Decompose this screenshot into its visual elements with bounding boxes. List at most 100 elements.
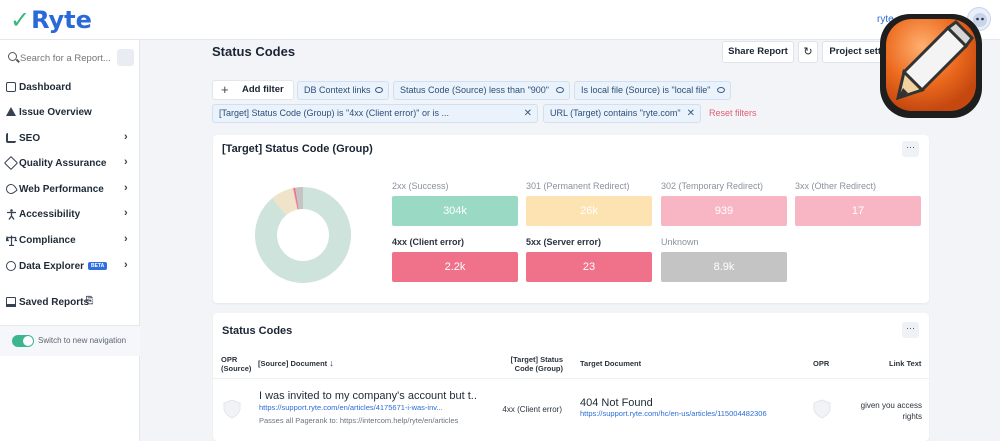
target-status-group-value: 4xx (Client error) (502, 405, 562, 414)
chevron-right-icon: › (124, 182, 128, 194)
sidebar-item-data-explorer[interactable]: Data Explorer BETA › (0, 256, 140, 278)
tile-label-302: 302 (Temporary Redirect) (661, 181, 764, 191)
filter-chip-label: DB Context links (304, 85, 371, 95)
shortcut-icon[interactable] (117, 49, 134, 66)
logo-text: Ryte (31, 6, 92, 34)
wrench-icon (3, 155, 19, 171)
opr-shield-icon (223, 399, 241, 419)
sidebar-item-accessibility[interactable]: Accessibility › (0, 204, 140, 226)
tile-label-2xx: 2xx (Success) (392, 181, 449, 191)
column-header-link-text[interactable]: Link Text (889, 359, 921, 368)
column-header-source-document[interactable]: [Source] Document ↓ (258, 358, 334, 369)
filter-chip-label: Is local file (Source) is "local file" (581, 85, 711, 95)
sidebar-item-label: Dashboard (19, 82, 72, 93)
status-group-donut-chart (255, 187, 351, 283)
filter-chip-target-status-group[interactable]: [Target] Status Code (Group) is "4xx (Cl… (212, 104, 538, 123)
report-search (6, 48, 134, 68)
filter-chip-db-context[interactable]: DB Context links (297, 81, 389, 100)
add-filter-label: Add filter (242, 84, 284, 95)
source-document-title[interactable]: I was invited to my company's account bu… (259, 390, 477, 402)
filter-chip-label: [Target] Status Code (Group) is "4xx (Cl… (219, 108, 449, 118)
scale-icon (5, 235, 18, 247)
eye-icon[interactable] (717, 87, 725, 93)
opr-shield-icon (813, 399, 831, 419)
saved-reports-link-icon[interactable]: ⎘ (86, 295, 93, 306)
sidebar-item-text: Data Explorer (19, 261, 85, 272)
tile-301[interactable]: 26k (526, 196, 652, 226)
eye-icon[interactable] (375, 87, 383, 93)
new-navigation-toggle[interactable] (12, 335, 34, 347)
column-header-target-status-group[interactable]: [Target] Status Code (Group) (497, 355, 563, 373)
column-header-opr-source[interactable]: OPR (Source) (221, 355, 251, 373)
eye-icon[interactable] (556, 87, 564, 93)
pencil-edit-badge-icon[interactable] (876, 10, 986, 122)
accessibility-icon (6, 209, 16, 220)
search-icon (8, 52, 17, 61)
beta-badge: BETA (88, 262, 108, 271)
close-icon[interactable]: ✕ (687, 105, 695, 122)
sidebar-item-dashboard[interactable]: Dashboard (0, 77, 140, 99)
sidebar-item-label: Saved Reports (19, 297, 90, 308)
sidebar-item-quality-assurance[interactable]: Quality Assurance › (0, 153, 140, 175)
chevron-right-icon: › (124, 207, 128, 219)
sidebar-item-saved-reports[interactable]: Saved Reports ⎘ (0, 292, 140, 314)
source-pagerank-note: Passes all Pagerank to: https://intercom… (259, 416, 459, 425)
plus-icon: + (221, 82, 229, 97)
sidebar-item-label: Web Performance (19, 184, 104, 195)
tile-label-unknown: Unknown (661, 237, 699, 247)
table-card-title: Status Codes (222, 325, 293, 337)
sidebar-item-seo[interactable]: SEO › (0, 128, 140, 150)
sidebar-item-label: Issue Overview (19, 107, 92, 118)
sidebar-item-web-performance[interactable]: Web Performance › (0, 179, 140, 201)
tile-2xx[interactable]: 304k (392, 196, 518, 226)
close-icon[interactable]: ✕ (524, 105, 532, 122)
tile-302[interactable]: 939 (661, 196, 787, 226)
source-document-url[interactable]: https://support.ryte.com/en/articles/417… (259, 403, 477, 412)
tile-5xx[interactable]: 23 (526, 252, 652, 282)
chevron-right-icon: › (124, 259, 128, 271)
tile-label-301: 301 (Permanent Redirect) (526, 181, 630, 191)
search-input[interactable] (20, 49, 112, 67)
rocket-icon (4, 182, 18, 196)
refresh-icon[interactable]: ↻ (798, 41, 818, 63)
share-report-button[interactable]: Share Report (722, 41, 794, 63)
bar-chart-icon (6, 133, 16, 143)
warning-icon (6, 107, 16, 116)
table-card-more-button[interactable]: ··· (902, 322, 919, 338)
column-header-opr[interactable]: OPR (813, 359, 829, 368)
bookmark-icon (6, 297, 16, 307)
target-document-title[interactable]: 404 Not Found (580, 397, 790, 409)
sidebar-item-label: Compliance (19, 235, 76, 246)
chevron-right-icon: › (124, 156, 128, 168)
sidebar-item-label: Data Explorer BETA (19, 261, 108, 272)
tile-3xx[interactable]: 17 (795, 196, 921, 226)
tile-label-4xx: 4xx (Client error) (392, 237, 465, 247)
target-document-url[interactable]: https://support.ryte.com/hc/en-us/articl… (580, 409, 790, 418)
group-card-title: [Target] Status Code (Group) (222, 143, 373, 155)
sidebar-item-issue-overview[interactable]: Issue Overview (0, 102, 140, 124)
tile-4xx[interactable]: 2.2k (392, 252, 518, 282)
sidebar-item-compliance[interactable]: Compliance › (0, 230, 140, 252)
reset-filters-link[interactable]: Reset filters (709, 108, 757, 118)
column-header-label: [Source] Document (258, 359, 328, 368)
filter-chip-status-code[interactable]: Status Code (Source) less than "900" (393, 81, 570, 100)
navigation-switch: Switch to new navigation (0, 326, 140, 356)
group-card-more-button[interactable]: ··· (902, 141, 919, 157)
sidebar-item-label: SEO (19, 133, 41, 144)
check-icon: ✓ (10, 6, 31, 34)
donut-slice-0[interactable] (255, 187, 351, 283)
tile-label-5xx: 5xx (Server error) (526, 237, 602, 247)
column-header-target-document[interactable]: Target Document (580, 359, 641, 368)
chevron-right-icon: › (124, 233, 128, 245)
filter-chip-label: URL (Target) contains "ryte.com" (550, 108, 681, 118)
filter-chip-local-file[interactable]: Is local file (Source) is "local file" (574, 81, 731, 100)
tile-unknown[interactable]: 8.9k (661, 252, 787, 282)
tile-label-3xx: 3xx (Other Redirect) (795, 181, 877, 191)
new-navigation-toggle-label: Switch to new navigation (38, 336, 127, 345)
top-bar: ✓Ryte ryte.com (0, 0, 1000, 40)
add-filter-button[interactable]: + Add filter (212, 80, 294, 100)
sort-down-icon: ↓ (329, 358, 334, 368)
filter-chip-url-target[interactable]: URL (Target) contains "ryte.com" ✕ (543, 104, 701, 123)
ryte-logo[interactable]: ✓Ryte (10, 6, 92, 34)
globe-icon (6, 261, 16, 271)
